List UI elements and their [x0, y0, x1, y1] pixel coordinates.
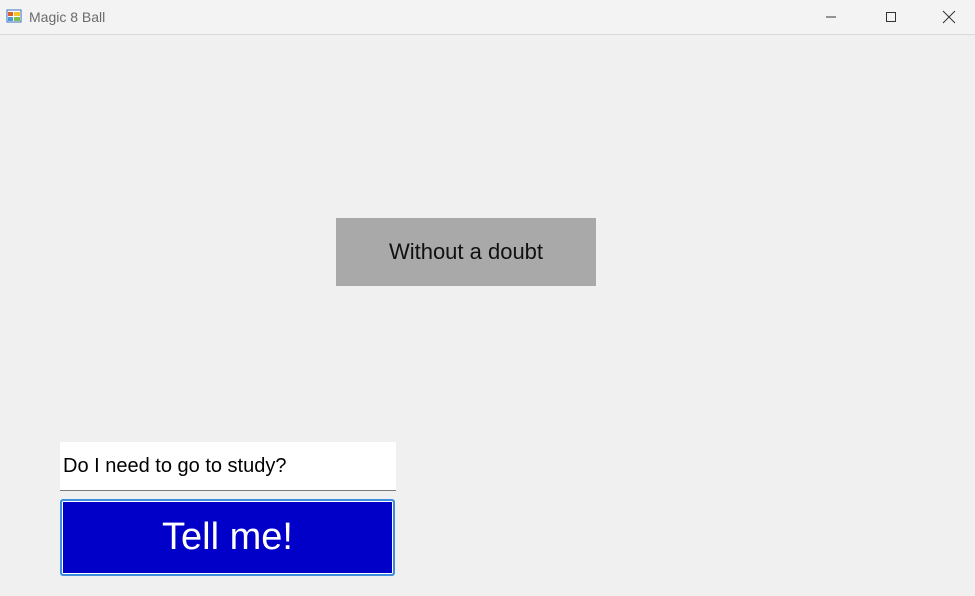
close-icon [942, 10, 956, 24]
question-input[interactable] [60, 442, 396, 491]
answer-label: Without a doubt [336, 218, 596, 286]
title-bar: Magic 8 Ball [0, 0, 975, 35]
maximize-icon [886, 12, 896, 22]
tell-me-button[interactable]: Tell me! [60, 499, 395, 576]
app-icon [6, 8, 22, 24]
answer-text: Without a doubt [388, 239, 544, 264]
close-button[interactable] [920, 0, 975, 34]
minimize-button[interactable] [802, 0, 860, 34]
maximize-button[interactable] [862, 0, 920, 34]
tell-me-label: Tell me! [162, 516, 293, 558]
app-window: Magic 8 Ball Without a doubt Tell me! [0, 0, 975, 596]
minimize-icon [826, 16, 836, 18]
window-title: Magic 8 Ball [29, 9, 106, 25]
